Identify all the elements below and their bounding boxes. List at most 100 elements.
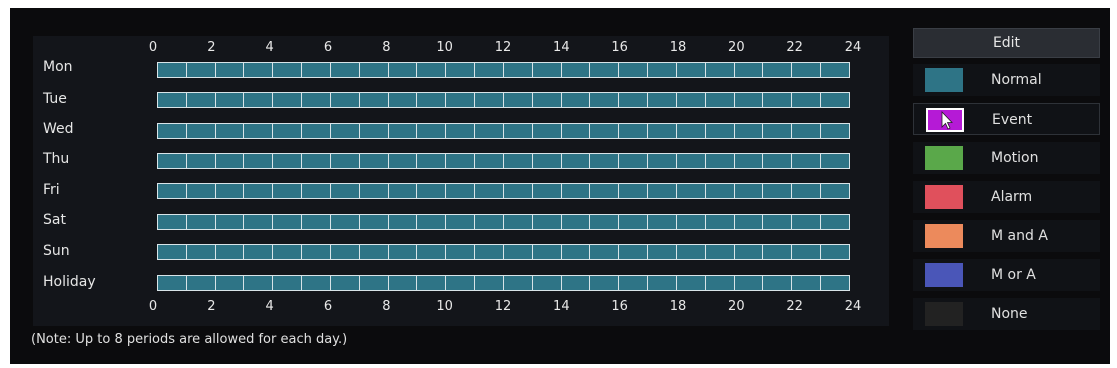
hour-cell[interactable] bbox=[676, 154, 706, 168]
hour-cell[interactable] bbox=[475, 245, 504, 259]
hour-cell[interactable] bbox=[244, 215, 274, 229]
day-bar-tue[interactable] bbox=[157, 92, 850, 108]
hour-cell[interactable] bbox=[648, 245, 677, 259]
hour-cell[interactable] bbox=[532, 215, 562, 229]
day-bar-fri[interactable] bbox=[157, 183, 850, 199]
hour-cell[interactable] bbox=[388, 245, 418, 259]
hour-cell[interactable] bbox=[676, 276, 706, 290]
hour-cell[interactable] bbox=[158, 215, 187, 229]
hour-cell[interactable] bbox=[821, 124, 849, 138]
hour-cell[interactable] bbox=[792, 124, 822, 138]
hour-cell[interactable] bbox=[821, 154, 849, 168]
hour-cell[interactable] bbox=[302, 93, 331, 107]
hour-cell[interactable] bbox=[561, 184, 591, 198]
day-bar-sun[interactable] bbox=[157, 244, 850, 260]
hour-cell[interactable] bbox=[648, 124, 677, 138]
hour-cell[interactable] bbox=[359, 184, 389, 198]
hour-cell[interactable] bbox=[734, 245, 764, 259]
hour-cell[interactable] bbox=[475, 93, 504, 107]
hour-cell[interactable] bbox=[388, 154, 418, 168]
hour-cell[interactable] bbox=[330, 184, 360, 198]
hour-cell[interactable] bbox=[273, 245, 303, 259]
hour-cell[interactable] bbox=[330, 245, 360, 259]
hour-cell[interactable] bbox=[532, 124, 562, 138]
hour-cell[interactable] bbox=[446, 93, 476, 107]
hour-cell[interactable] bbox=[359, 215, 389, 229]
hour-cell[interactable] bbox=[619, 276, 649, 290]
hour-cell[interactable] bbox=[215, 124, 245, 138]
hour-cell[interactable] bbox=[590, 93, 620, 107]
hour-cell[interactable] bbox=[705, 184, 735, 198]
hour-cell[interactable] bbox=[619, 63, 649, 77]
hour-cell[interactable] bbox=[676, 63, 706, 77]
hour-cell[interactable] bbox=[821, 63, 849, 77]
hour-cell[interactable] bbox=[302, 63, 331, 77]
hour-cell[interactable] bbox=[388, 63, 418, 77]
hour-cell[interactable] bbox=[417, 215, 447, 229]
hour-cell[interactable] bbox=[158, 124, 187, 138]
hour-cell[interactable] bbox=[417, 154, 447, 168]
hour-cell[interactable] bbox=[330, 215, 360, 229]
hour-cell[interactable] bbox=[532, 154, 562, 168]
hour-cell[interactable] bbox=[215, 245, 245, 259]
hour-cell[interactable] bbox=[676, 184, 706, 198]
hour-cell[interactable] bbox=[158, 276, 187, 290]
hour-cell[interactable] bbox=[619, 245, 649, 259]
hour-cell[interactable] bbox=[648, 215, 677, 229]
hour-cell[interactable] bbox=[475, 124, 504, 138]
hour-cell[interactable] bbox=[186, 276, 216, 290]
hour-cell[interactable] bbox=[417, 93, 447, 107]
legend-item-m-and-a[interactable]: M and A bbox=[913, 220, 1100, 252]
hour-cell[interactable] bbox=[446, 215, 476, 229]
hour-cell[interactable] bbox=[475, 63, 504, 77]
hour-cell[interactable] bbox=[215, 154, 245, 168]
hour-cell[interactable] bbox=[676, 215, 706, 229]
hour-cell[interactable] bbox=[648, 276, 677, 290]
hour-cell[interactable] bbox=[532, 184, 562, 198]
hour-cell[interactable] bbox=[648, 184, 677, 198]
hour-cell[interactable] bbox=[503, 184, 533, 198]
hour-cell[interactable] bbox=[561, 124, 591, 138]
hour-cell[interactable] bbox=[388, 93, 418, 107]
hour-cell[interactable] bbox=[417, 245, 447, 259]
hour-cell[interactable] bbox=[273, 215, 303, 229]
legend-item-normal[interactable]: Normal bbox=[913, 64, 1100, 96]
hour-cell[interactable] bbox=[330, 276, 360, 290]
hour-cell[interactable] bbox=[561, 93, 591, 107]
edit-button[interactable]: Edit bbox=[913, 28, 1100, 58]
legend-item-event[interactable]: Event bbox=[913, 103, 1100, 135]
hour-cell[interactable] bbox=[475, 276, 504, 290]
hour-cell[interactable] bbox=[590, 245, 620, 259]
hour-cell[interactable] bbox=[417, 184, 447, 198]
day-bar-holiday[interactable] bbox=[157, 275, 850, 291]
hour-cell[interactable] bbox=[821, 184, 849, 198]
hour-cell[interactable] bbox=[561, 215, 591, 229]
hour-cell[interactable] bbox=[561, 245, 591, 259]
hour-cell[interactable] bbox=[705, 93, 735, 107]
hour-cell[interactable] bbox=[388, 276, 418, 290]
hour-cell[interactable] bbox=[388, 215, 418, 229]
hour-cell[interactable] bbox=[705, 276, 735, 290]
hour-cell[interactable] bbox=[186, 245, 216, 259]
hour-cell[interactable] bbox=[503, 154, 533, 168]
hour-cell[interactable] bbox=[648, 63, 677, 77]
hour-cell[interactable] bbox=[792, 245, 822, 259]
hour-cell[interactable] bbox=[561, 154, 591, 168]
hour-cell[interactable] bbox=[186, 124, 216, 138]
hour-cell[interactable] bbox=[302, 124, 331, 138]
hour-cell[interactable] bbox=[215, 215, 245, 229]
hour-cell[interactable] bbox=[619, 154, 649, 168]
day-bar-mon[interactable] bbox=[157, 62, 850, 78]
hour-cell[interactable] bbox=[244, 184, 274, 198]
hour-cell[interactable] bbox=[158, 184, 187, 198]
hour-cell[interactable] bbox=[186, 63, 216, 77]
hour-cell[interactable] bbox=[792, 154, 822, 168]
hour-cell[interactable] bbox=[158, 63, 187, 77]
hour-cell[interactable] bbox=[244, 124, 274, 138]
day-bar-wed[interactable] bbox=[157, 123, 850, 139]
hour-cell[interactable] bbox=[302, 184, 331, 198]
hour-cell[interactable] bbox=[590, 124, 620, 138]
hour-cell[interactable] bbox=[273, 63, 303, 77]
normal-swatch[interactable] bbox=[925, 68, 963, 92]
hour-cell[interactable] bbox=[330, 63, 360, 77]
